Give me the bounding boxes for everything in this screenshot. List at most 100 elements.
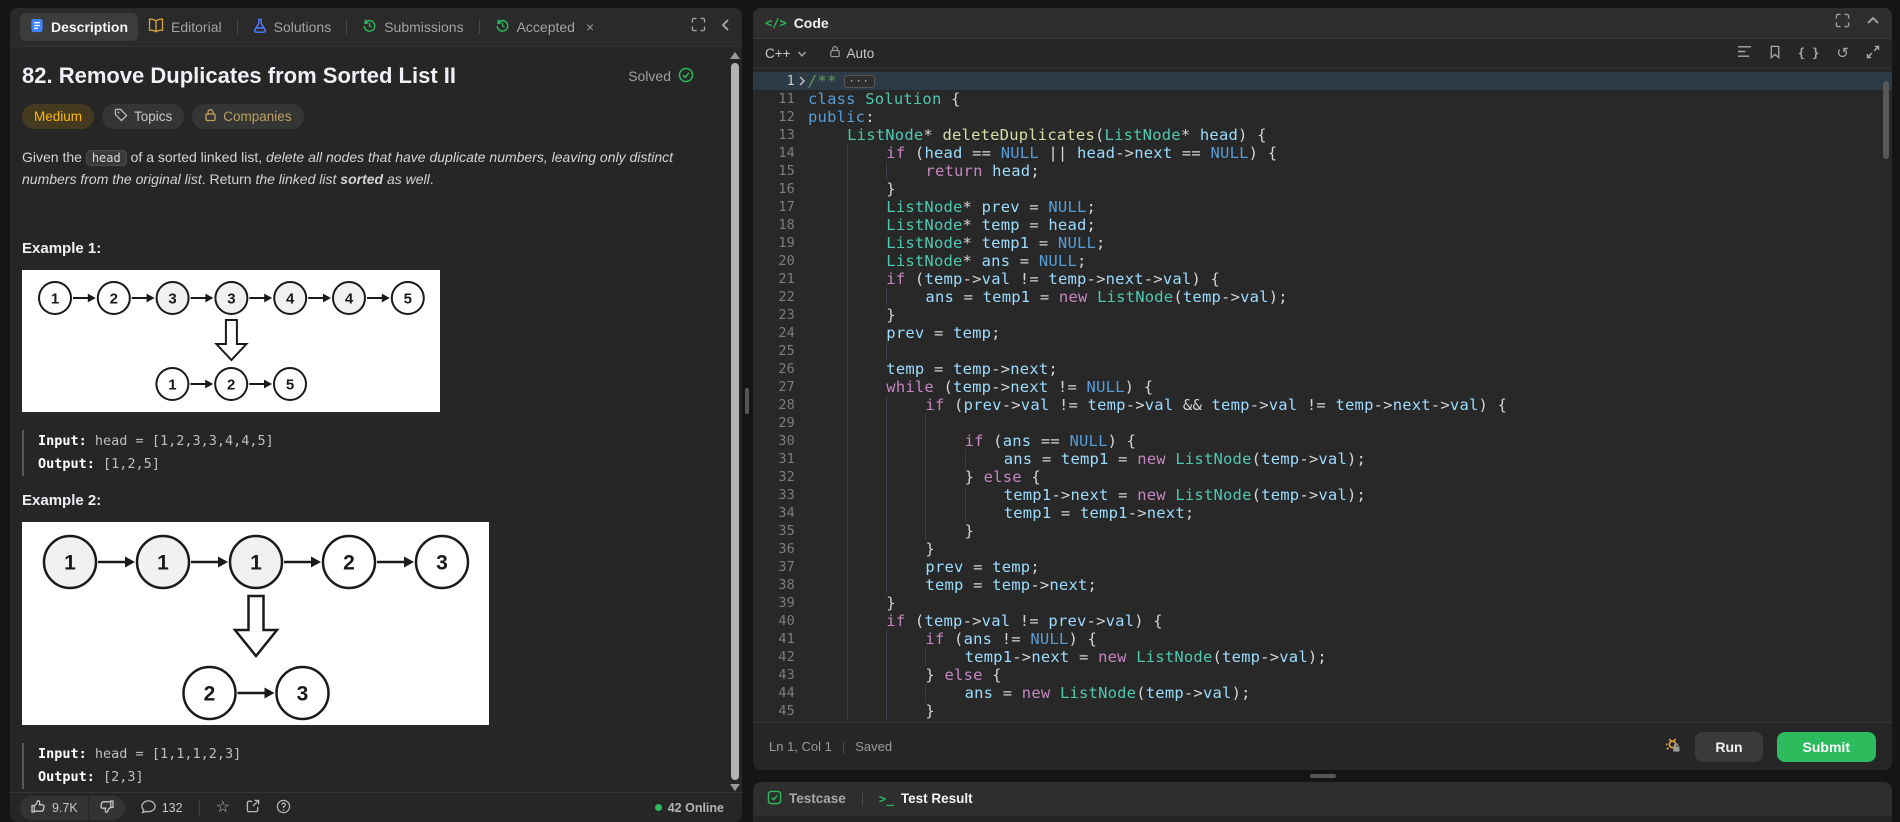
language-select[interactable]: C++ <box>765 46 807 61</box>
tab-accepted[interactable]: Accepted × <box>485 13 605 41</box>
tab-label: Accepted <box>516 19 575 35</box>
code-text: } <box>808 306 896 324</box>
star-icon[interactable]: ☆ <box>216 799 230 816</box>
tab-testcase[interactable]: Testcase <box>767 790 846 808</box>
panel-resize-handle[interactable] <box>745 388 749 414</box>
topics-badge[interactable]: Topics <box>102 104 185 129</box>
fullscreen-icon[interactable] <box>691 17 706 37</box>
code-line-12[interactable]: 12 public: <box>753 108 1892 126</box>
tab-test-result[interactable]: >_ Test Result <box>879 791 973 806</box>
code-line-13[interactable]: 13 ListNode* deleteDuplicates(ListNode* … <box>753 126 1892 144</box>
difficulty-badge[interactable]: Medium <box>22 104 95 129</box>
format-code-icon[interactable] <box>1737 45 1752 61</box>
editor-scrollbar-thumb[interactable] <box>1883 81 1889 159</box>
history-clock-icon <box>362 18 377 36</box>
code-text: if (head == NULL || head->next == NULL) … <box>808 144 1277 162</box>
close-tab-icon[interactable]: × <box>586 20 594 34</box>
code-line-37[interactable]: 37 prev = temp; <box>753 558 1892 576</box>
tab-editorial[interactable]: Editorial <box>138 13 232 41</box>
snippets-icon[interactable]: { } <box>1798 46 1820 60</box>
code-line-20[interactable]: 20 ListNode* ans = NULL; <box>753 252 1892 270</box>
svg-text:3: 3 <box>227 290 235 307</box>
code-line-42[interactable]: 42 temp1->next = new ListNode(temp->val)… <box>753 648 1892 666</box>
code-line-15[interactable]: 15 return head; <box>753 162 1892 180</box>
tab-submissions[interactable]: Submissions <box>352 13 473 41</box>
status-separator: | <box>841 739 846 754</box>
lock-icon <box>829 45 841 61</box>
collapse-up-icon[interactable] <box>1866 14 1880 32</box>
code-line-43[interactable]: 43 } else { <box>753 666 1892 684</box>
code-line-29[interactable]: 29 <box>753 414 1892 432</box>
code-line-45[interactable]: 45 } <box>753 702 1892 720</box>
code-line-16[interactable]: 16 } <box>753 180 1892 198</box>
code-line-23[interactable]: 23 } <box>753 306 1892 324</box>
code-text: ans = temp1 = new ListNode(temp->val); <box>808 450 1366 468</box>
companies-badge[interactable]: Companies <box>192 104 304 129</box>
bookmark-icon[interactable] <box>1769 45 1781 62</box>
dislike-button[interactable] <box>89 796 125 820</box>
code-line-14[interactable]: 14 if (head == NULL || head->next == NUL… <box>753 144 1892 162</box>
tab-description[interactable]: Description <box>20 13 139 41</box>
code-line-30[interactable]: 30 if (ans == NULL) { <box>753 432 1892 450</box>
help-icon[interactable] <box>276 799 291 817</box>
code-line-1[interactable]: 1 /** ··· <box>753 72 1892 90</box>
code-text: temp = temp->next; <box>808 576 1097 594</box>
code-line-26[interactable]: 26 temp = temp->next; <box>753 360 1892 378</box>
code-line-34[interactable]: 34 temp1 = temp1->next; <box>753 504 1892 522</box>
like-button[interactable]: 9.7K <box>20 796 88 820</box>
left-scrollbar[interactable] <box>729 52 741 791</box>
code-text: temp1 = temp1->next; <box>808 504 1194 522</box>
code-line-36[interactable]: 36 } <box>753 540 1892 558</box>
code-line-22[interactable]: 22 ans = temp1 = new ListNode(temp->val)… <box>753 288 1892 306</box>
tab-solutions[interactable]: Solutions <box>243 13 342 41</box>
code-text: if (temp->val != temp->next->val) { <box>808 270 1220 288</box>
code-line-17[interactable]: 17 ListNode* prev = NULL; <box>753 198 1892 216</box>
code-editor[interactable]: 1/** ··· 11 class Solution {12 public: 13 Lis… <box>753 68 1892 723</box>
lock-icon <box>204 108 217 125</box>
reset-code-icon[interactable]: ↺ <box>1836 46 1849 61</box>
code-line-24[interactable]: 24 prev = temp; <box>753 324 1892 342</box>
vote-pill: 9.7K <box>20 795 125 820</box>
code-line-25[interactable]: 25 <box>753 342 1892 360</box>
code-line-21[interactable]: 21 if (temp->val != temp->next->val) { <box>753 270 1892 288</box>
scroll-down-arrow-icon[interactable] <box>730 784 740 791</box>
bottom-resize-handle[interactable] <box>1310 774 1336 778</box>
share-icon[interactable] <box>246 799 260 816</box>
code-line-32[interactable]: 32 } else { <box>753 468 1892 486</box>
code-line-40[interactable]: 40 if (temp->val != prev->val) { <box>753 612 1892 630</box>
input-label: Input: <box>38 433 87 449</box>
code-line-35[interactable]: 35 } <box>753 522 1892 540</box>
collapse-left-icon[interactable] <box>720 18 732 37</box>
code-line-31[interactable]: 31 ans = temp1 = new ListNode(temp->val)… <box>753 450 1892 468</box>
run-button[interactable]: Run <box>1695 731 1763 762</box>
code-line-19[interactable]: 19 ListNode* temp1 = NULL; <box>753 234 1892 252</box>
scroll-up-arrow-icon[interactable] <box>730 52 740 59</box>
svg-text:2: 2 <box>343 551 355 574</box>
line-number: 1 <box>786 73 795 89</box>
code-line-39[interactable]: 39 } <box>753 594 1892 612</box>
code-line-28[interactable]: 28 if (prev->val != temp->val && temp->v… <box>753 396 1892 414</box>
fold-gutter <box>795 180 808 198</box>
comments-button[interactable]: 132 <box>140 799 183 817</box>
debugger-icon[interactable] <box>1664 737 1681 757</box>
auto-toggle[interactable]: Auto <box>829 45 874 61</box>
code-line-38[interactable]: 38 temp = temp->next; <box>753 576 1892 594</box>
line-number: 35 <box>778 523 795 539</box>
expand-editor-icon[interactable] <box>1866 45 1880 62</box>
svg-text:5: 5 <box>404 290 412 307</box>
code-line-11[interactable]: 11 class Solution { <box>753 90 1892 108</box>
tab-separator <box>236 20 238 34</box>
code-line-27[interactable]: 27 while (temp->next != NULL) { <box>753 378 1892 396</box>
scrollbar-thumb[interactable] <box>731 63 739 780</box>
fullscreen-icon[interactable] <box>1835 13 1850 33</box>
submit-button[interactable]: Submit <box>1776 731 1876 762</box>
code-line-18[interactable]: 18 ListNode* temp = head; <box>753 216 1892 234</box>
code-line-44[interactable]: 44 ans = new ListNode(temp->val); <box>753 684 1892 702</box>
fold-chevron-icon[interactable] <box>795 72 808 90</box>
online-count: 42 Online <box>667 800 724 815</box>
line-number: 12 <box>778 109 795 125</box>
code-line-41[interactable]: 41 if (ans != NULL) { <box>753 630 1892 648</box>
line-number: 41 <box>778 631 795 647</box>
code-line-33[interactable]: 33 temp1->next = new ListNode(temp->val)… <box>753 486 1892 504</box>
fold-gutter <box>795 702 808 720</box>
